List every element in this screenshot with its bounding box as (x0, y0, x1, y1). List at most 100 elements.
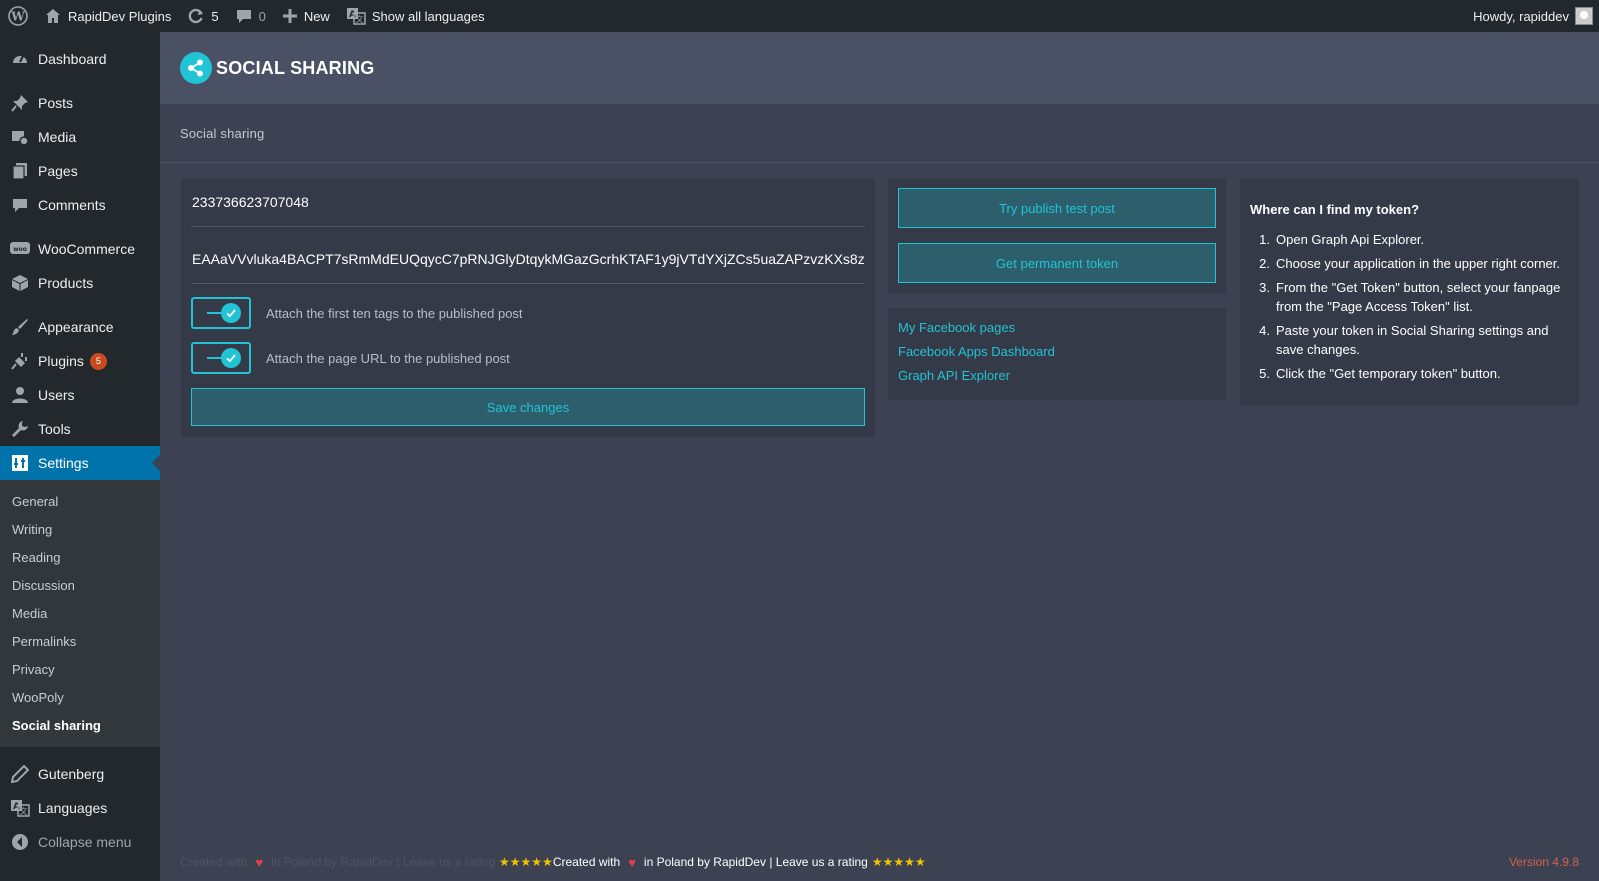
footer-credit-faded: Created with ♥ in Poland by RapidDev | L… (180, 854, 496, 870)
sidebar-item-label: WooCommerce (38, 241, 135, 257)
my-account-link[interactable]: Howdy, rapiddev (1465, 0, 1599, 32)
svg-text:W: W (10, 10, 25, 24)
sidebar-item-label: Pages (38, 163, 78, 179)
updates-count: 5 (211, 8, 219, 24)
sidebar-item-users[interactable]: Users (0, 378, 160, 412)
heart-icon: ♥ (255, 854, 264, 870)
sidebar-item-woocommerce[interactable]: woo WooCommerce (0, 232, 160, 266)
submenu-item-general[interactable]: General (0, 487, 160, 515)
page-header: SOCIAL SHARING (160, 32, 1599, 104)
submenu-item-privacy[interactable]: Privacy (0, 655, 160, 683)
submenu-item-writing[interactable]: Writing (0, 515, 160, 543)
pen-icon (10, 764, 30, 784)
settings-form-panel: 233736623707048 EAAaVVvluka4BACPT7sRmMdE… (181, 178, 875, 437)
share-icon (180, 52, 212, 84)
list-item: 2. Choose your application in the upper r… (1259, 256, 1561, 271)
sidebar-item-appearance[interactable]: Appearance (0, 310, 160, 344)
help-title: Where can I find my token? (1250, 202, 1420, 217)
access-token-field[interactable]: EAAaVVvluka4BACPT7sRmMdEUQqycC7pRNJGlyDt… (191, 235, 865, 284)
sidebar-item-comments[interactable]: Comments (0, 188, 160, 222)
svg-text:文: 文 (20, 806, 28, 816)
sidebar-item-label: Products (38, 275, 94, 291)
sidebar-item-settings[interactable]: Settings (0, 446, 160, 480)
rating-stars[interactable]: ★★★★★ (872, 855, 926, 869)
home-icon (44, 7, 62, 25)
wordpress-logo-icon[interactable]: W (0, 0, 36, 32)
save-changes-button[interactable]: Save changes (191, 388, 865, 426)
media-icon (10, 127, 30, 147)
updates-link[interactable]: 5 (179, 0, 226, 32)
settings-submenu: General Writing Reading Discussion Media… (0, 480, 160, 747)
sidebar-item-label: Dashboard (38, 51, 107, 67)
help-panel: Where can I find my token? 1. Open Graph … (1240, 178, 1579, 406)
checkmark-icon (221, 303, 241, 323)
submenu-item-permalinks[interactable]: Permalinks (0, 627, 160, 655)
sidebar-item-label: Comments (38, 197, 106, 213)
url-toggle[interactable] (191, 342, 251, 374)
submenu-item-media[interactable]: Media (0, 599, 160, 627)
comments-link[interactable]: 0 (227, 0, 274, 32)
sidebar-item-label: Gutenberg (38, 766, 105, 782)
url-option-label: Attach the page URL to the published pos… (266, 350, 510, 366)
plus-icon (282, 8, 298, 24)
page-title: SOCIAL SHARING (216, 57, 375, 78)
tags-option-label: Attach the first ten tags to the publish… (266, 305, 523, 321)
help-steps: 1. Open Graph Api Explorer. 2. Choose your… (1250, 230, 1569, 383)
links-panel: My Facebook pages Facebook Apps Dashboar… (888, 308, 1226, 400)
sidebar-item-pages[interactable]: Pages (0, 154, 160, 188)
version-label: Version 4.9.8 (1508, 855, 1579, 869)
admin-bar: W RapidDev Plugins 5 0 New A文 Show all l… (0, 0, 1599, 32)
facebook-apps-dashboard-link[interactable]: Facebook Apps Dashboard (898, 342, 1216, 366)
languages-link[interactable]: A文 Show all languages (338, 0, 493, 32)
translate-icon: A文 (346, 7, 366, 25)
submenu-item-discussion[interactable]: Discussion (0, 571, 160, 599)
list-item: 3. From the "Get Token" button, select yo… (1259, 280, 1561, 314)
graph-api-explorer-link[interactable]: Graph API Explorer (898, 366, 1216, 390)
app-id-field[interactable]: 233736623707048 (191, 178, 865, 227)
my-facebook-pages-link[interactable]: My Facebook pages (898, 318, 1216, 342)
sidebar-item-gutenberg[interactable]: Gutenberg (0, 757, 160, 791)
sidebar-item-tools[interactable]: Tools (0, 412, 160, 446)
submenu-item-social-sharing[interactable]: Social sharing (0, 711, 160, 739)
collapse-menu-button[interactable]: Collapse menu (0, 825, 160, 859)
sidebar-item-label: Collapse menu (38, 834, 132, 850)
collapse-icon (10, 832, 30, 852)
sidebar-item-label: Posts (38, 95, 74, 111)
comments-count: 0 (258, 8, 266, 24)
heart-icon: ♥ (628, 854, 636, 870)
comment-icon (10, 195, 30, 215)
get-permanent-token-button[interactable]: Get permanent token (898, 243, 1216, 283)
site-name: RapidDev Plugins (68, 8, 172, 24)
svg-text:woo: woo (13, 246, 27, 253)
checkmark-icon (221, 348, 241, 368)
try-publish-test-post-button[interactable]: Try publish test post (898, 188, 1216, 228)
sidebar-item-languages[interactable]: A文 Languages (0, 791, 160, 825)
sidebar-item-media[interactable]: Media (0, 120, 160, 154)
sidebar-item-dashboard[interactable]: Dashboard (0, 42, 160, 76)
languages-label: Show all languages (371, 8, 485, 24)
sidebar-item-label: Appearance (38, 319, 114, 335)
rating-stars[interactable]: ★★★★★ (499, 855, 553, 869)
settings-icon (10, 453, 30, 473)
sidebar-item-label: Languages (38, 800, 108, 816)
list-item: 1. Open Graph Api Explorer. (1259, 232, 1425, 247)
sidebar-item-plugins[interactable]: Plugins 5 (0, 344, 160, 378)
pin-icon (10, 93, 30, 113)
user-icon (10, 385, 30, 405)
new-content-link[interactable]: New (274, 0, 338, 32)
pages-icon (10, 161, 30, 181)
sidebar-item-label: Plugins (38, 353, 84, 369)
translate-icon: A文 (10, 798, 30, 818)
sidebar-item-posts[interactable]: Posts (0, 86, 160, 120)
page-footer: Created with ♥ in Poland by RapidDev | L… (160, 852, 1599, 872)
tags-option-row: Attach the first ten tags to the publish… (191, 297, 865, 329)
tags-toggle[interactable] (191, 297, 251, 329)
site-name-link[interactable]: RapidDev Plugins (36, 0, 179, 32)
sidebar-item-products[interactable]: Products (0, 266, 160, 300)
actions-panel: Try publish test post Get permanent toke… (888, 178, 1226, 294)
plugins-update-badge: 5 (89, 352, 107, 370)
submenu-item-reading[interactable]: Reading (0, 543, 160, 571)
sidebar-item-label: Settings (38, 455, 89, 471)
submenu-item-woopoly[interactable]: WooPoly (0, 683, 160, 711)
breadcrumb: Social sharing (160, 104, 1599, 163)
